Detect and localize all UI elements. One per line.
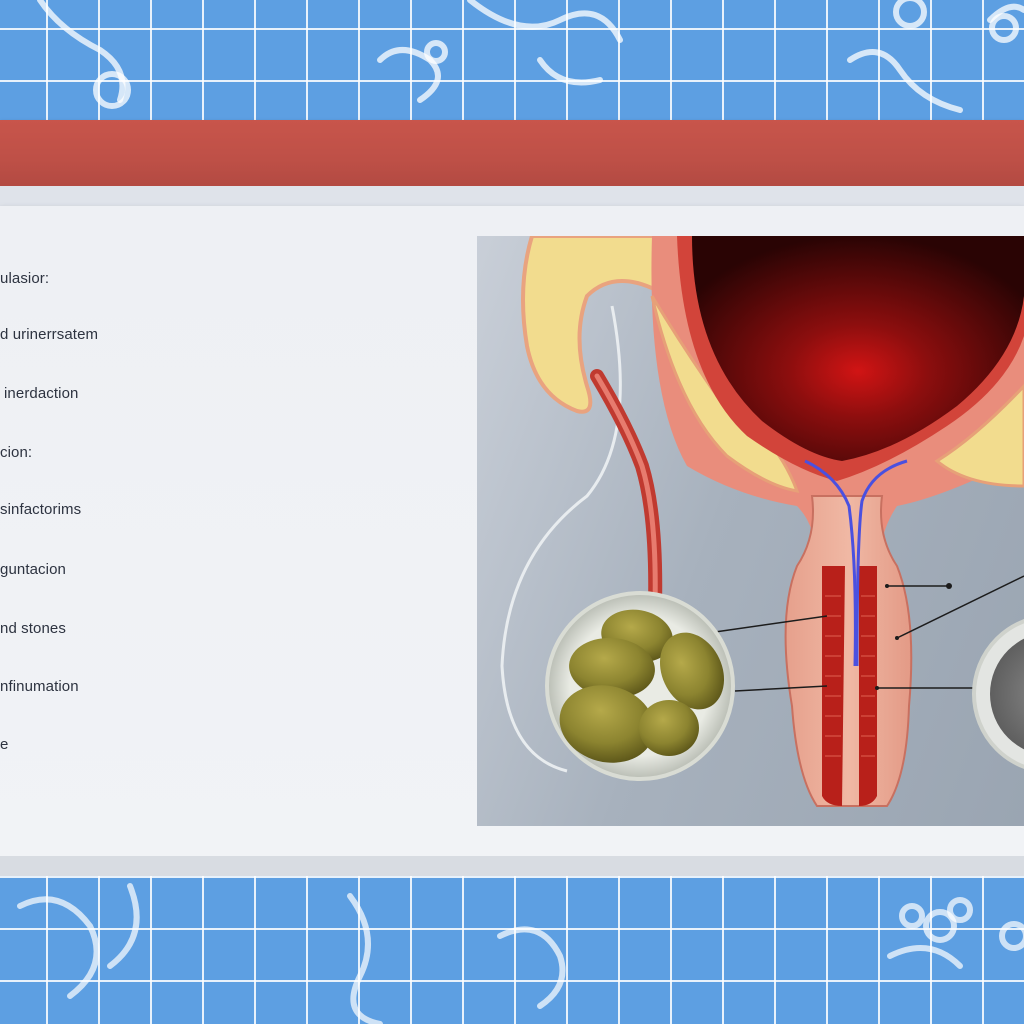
list-item: d urinerrsatem	[0, 326, 99, 343]
kidney-stones-inset	[545, 591, 735, 781]
list-item: cion:	[0, 444, 33, 461]
urethra	[784, 495, 913, 807]
tissue-inset	[972, 619, 1024, 769]
list-item: e	[0, 736, 9, 753]
list-item: guntacion	[0, 561, 66, 578]
header-divider	[0, 186, 1024, 206]
tile-background-bottom	[0, 876, 1024, 1024]
tile-background-top	[0, 0, 1024, 122]
list-item: inerdaction	[4, 385, 79, 402]
urinary-anatomy-illustration	[477, 236, 1024, 826]
content-panel-edge	[0, 856, 1024, 876]
list-item: nd stones	[0, 620, 66, 637]
molecule-decoration-bottom	[17, 883, 1024, 1024]
list-item: nfinumation	[0, 678, 79, 695]
header-bar	[0, 120, 1024, 186]
molecule-decoration-top	[37, 0, 1024, 113]
list-item: sinfactorims	[0, 501, 82, 518]
list-item: ulasior:	[0, 270, 50, 287]
anatomy-svg	[500, 236, 1024, 807]
